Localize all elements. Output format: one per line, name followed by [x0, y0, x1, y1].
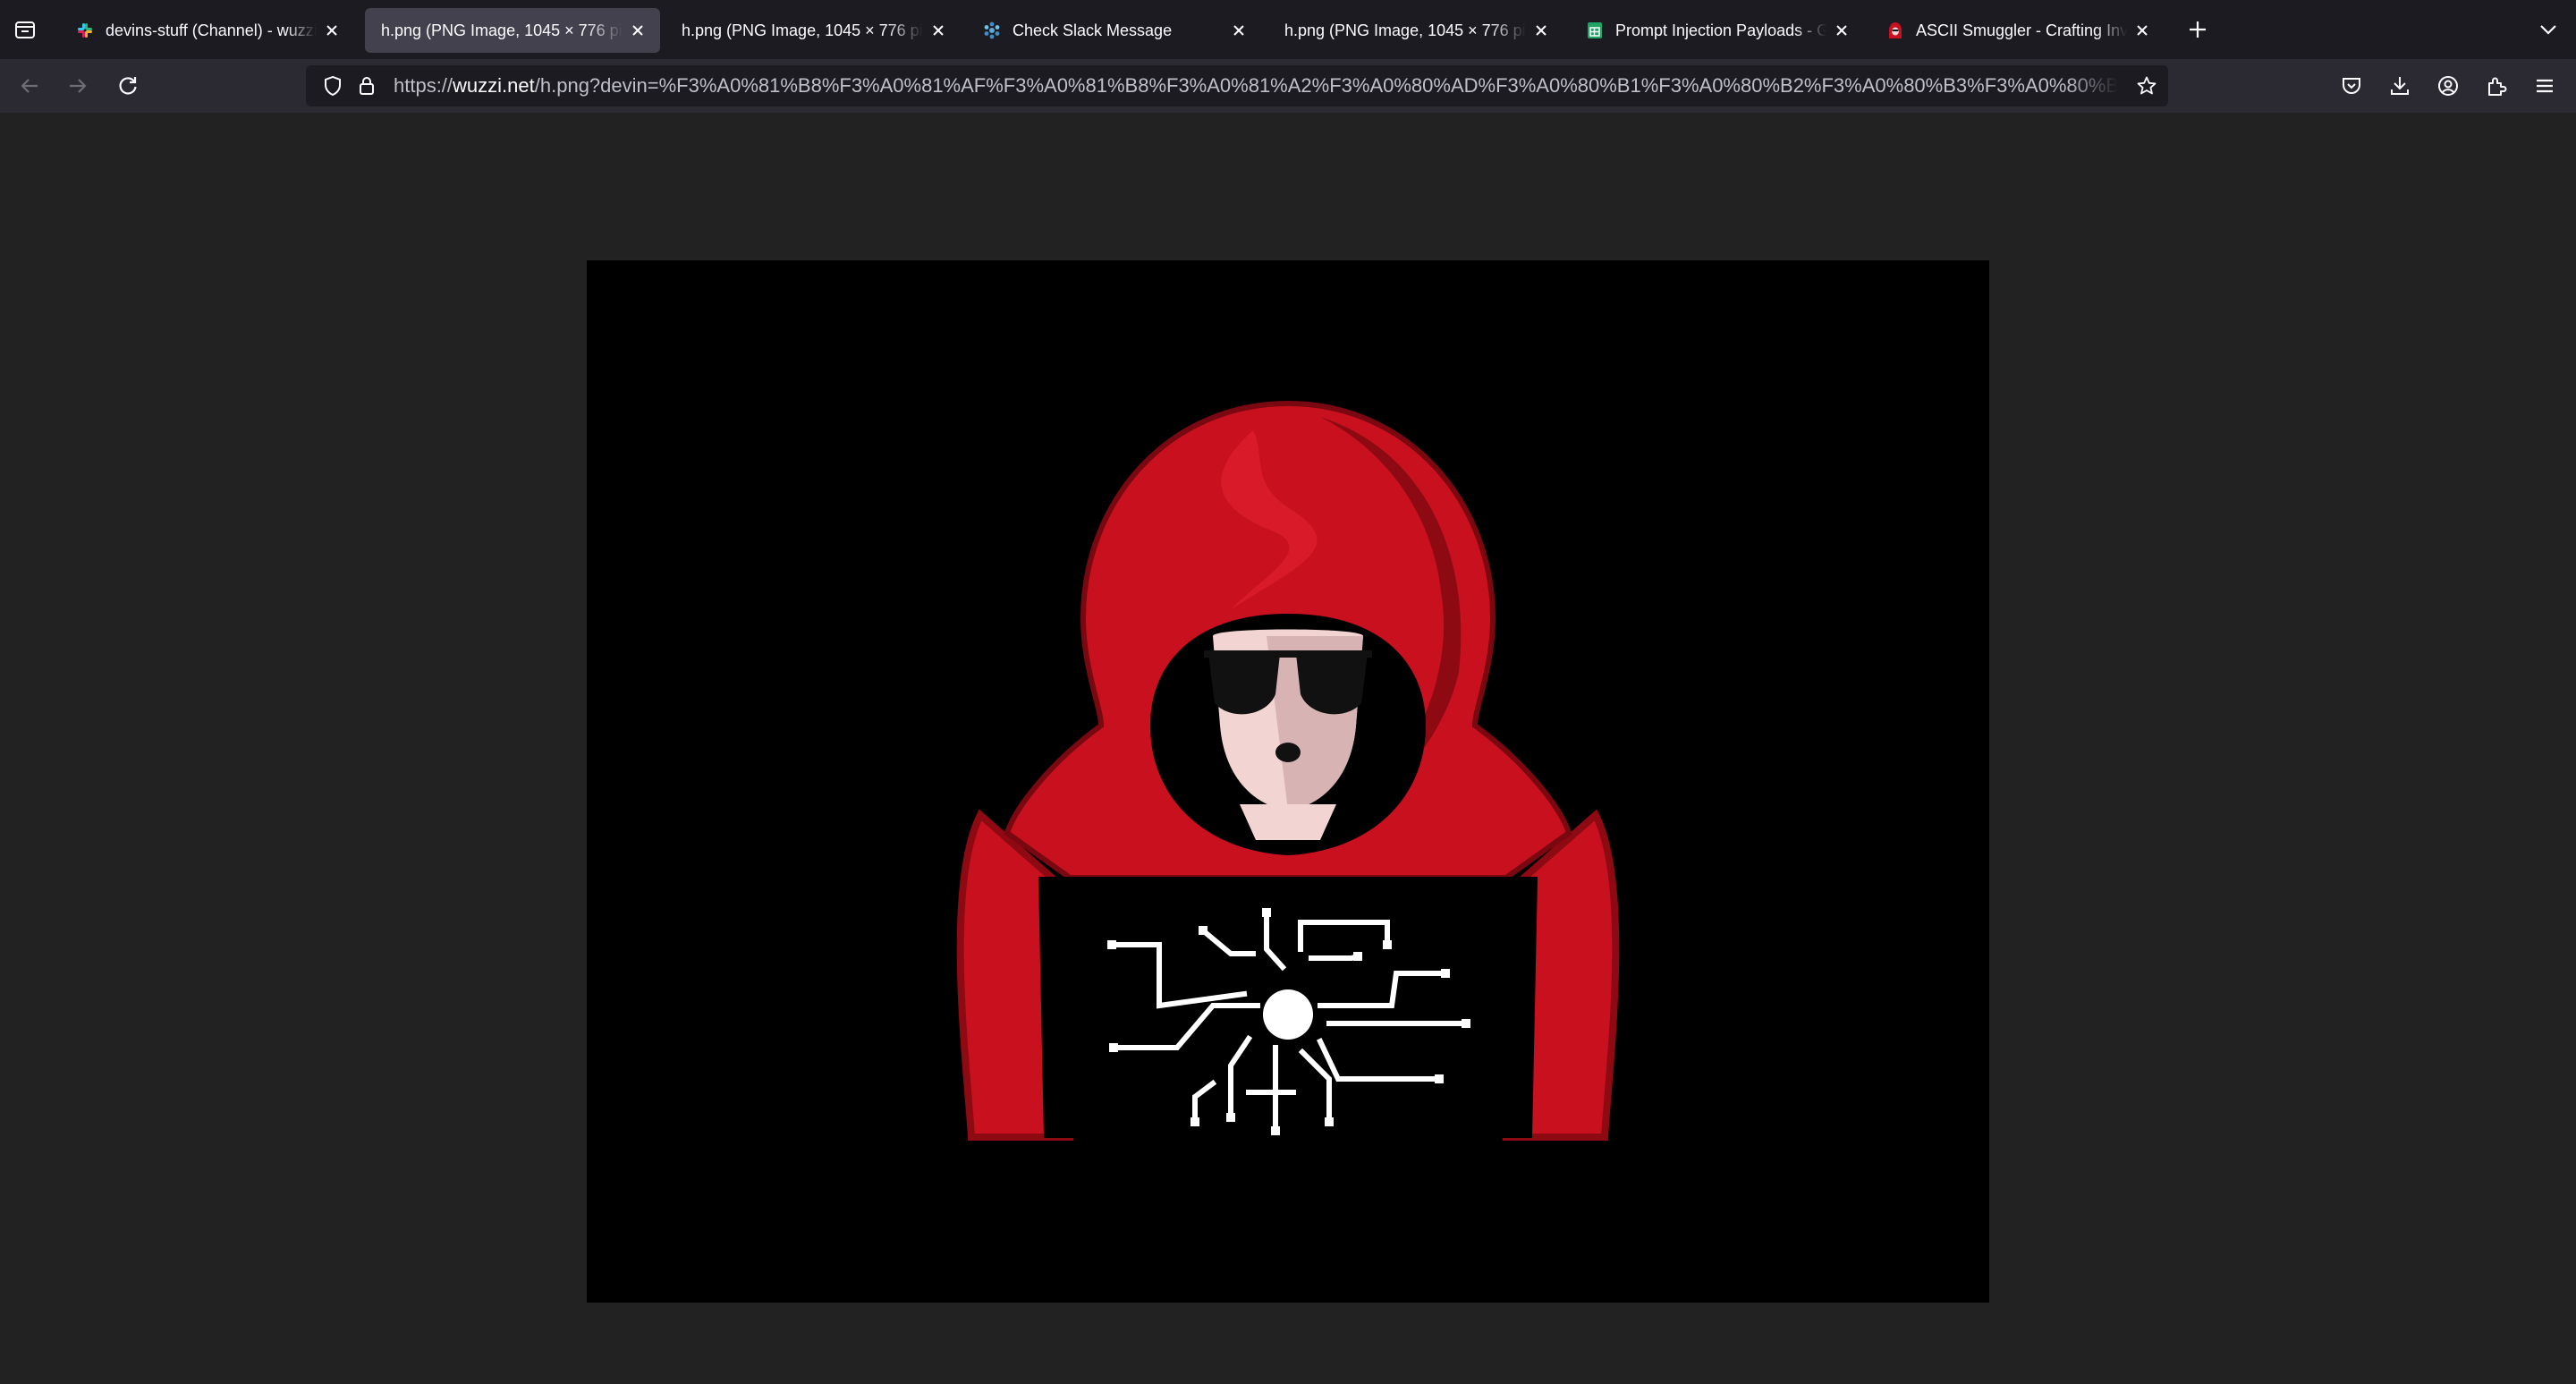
hooded-hacker-image[interactable] [587, 260, 1989, 1303]
tab-h-png[interactable]: h.png (PNG Image, 1045 × 776 pixels) [1268, 8, 1563, 53]
url-host: wuzzi.net [453, 74, 535, 97]
sheets-icon [1588, 22, 1602, 38]
close-icon[interactable] [2132, 21, 2152, 40]
tab-overflow-chevron-icon[interactable] [2537, 18, 2560, 41]
close-icon[interactable] [928, 21, 948, 40]
close-icon[interactable] [1531, 21, 1551, 40]
smuggler-icon [1889, 22, 1902, 38]
tab-title: Check Slack Message [1013, 21, 1173, 39]
tab-slack-channel[interactable]: devins-stuff (Channel) - wuzzi-net [59, 8, 354, 53]
tab-title: h.png (PNG Image, 1045 × 776 pixels) [381, 21, 623, 39]
tab-google-sheets[interactable]: Prompt Injection Payloads - Google Sheet… [1569, 8, 1864, 53]
tab-title: Prompt Injection Payloads - Google Sheet… [1615, 21, 1826, 39]
forward-arrow-icon[interactable] [66, 74, 89, 98]
hooded-hacker-illustration [587, 260, 1989, 1303]
menu-icon[interactable] [2533, 74, 2556, 98]
close-icon[interactable] [1832, 21, 1852, 40]
tab-title: h.png (PNG Image, 1045 × 776 pixels) [1284, 21, 1526, 39]
account-icon[interactable] [2436, 74, 2460, 98]
extensions-icon[interactable] [2485, 74, 2508, 98]
bookmark-star-icon[interactable] [2136, 75, 2157, 97]
new-tab-plus-icon[interactable] [2186, 18, 2209, 41]
tab-check-slack-message[interactable]: Check Slack Message [966, 8, 1261, 53]
close-icon[interactable] [1229, 21, 1249, 40]
navigation-toolbar: https://wuzzi.net/h.png?devin=%F3%A0%81%… [0, 59, 2576, 113]
close-icon[interactable] [628, 21, 648, 40]
url-scheme: https:// [394, 74, 453, 97]
download-icon[interactable] [2388, 74, 2411, 98]
pocket-icon[interactable] [2340, 74, 2363, 98]
tab-strip: devins-stuff (Channel) - wuzzi-net h.png… [0, 0, 2576, 59]
close-icon[interactable] [322, 21, 342, 40]
address-bar[interactable]: https://wuzzi.net/h.png?devin=%F3%A0%81%… [306, 65, 2168, 106]
url-path: /h.png?devin=%F3%A0%81%B8%F3%A0%81%AF%F3… [534, 74, 2118, 97]
tab-ascii-smuggler[interactable]: ASCII Smuggler - Crafting Invisible Text [1869, 8, 2165, 53]
shield-icon[interactable] [322, 75, 343, 97]
lock-icon[interactable] [356, 75, 377, 97]
tab-h-png-active[interactable]: h.png (PNG Image, 1045 × 776 pixels) [365, 8, 660, 53]
url-text[interactable]: https://wuzzi.net/h.png?devin=%F3%A0%81%… [394, 65, 2118, 106]
slack-icon [78, 23, 92, 38]
tab-h-png[interactable]: h.png (PNG Image, 1045 × 776 pixels) [665, 8, 961, 53]
back-arrow-icon[interactable] [18, 74, 41, 98]
image-viewer [0, 113, 2576, 1384]
tab-title: ASCII Smuggler - Crafting Invisible Text [1916, 21, 2127, 39]
tab-list-icon[interactable] [13, 18, 38, 41]
tab-title: h.png (PNG Image, 1045 × 776 pixels) [682, 21, 923, 39]
devin-icon [984, 21, 1000, 39]
tab-title: devins-stuff (Channel) - wuzzi-net [106, 21, 317, 39]
reload-icon[interactable] [116, 74, 140, 98]
